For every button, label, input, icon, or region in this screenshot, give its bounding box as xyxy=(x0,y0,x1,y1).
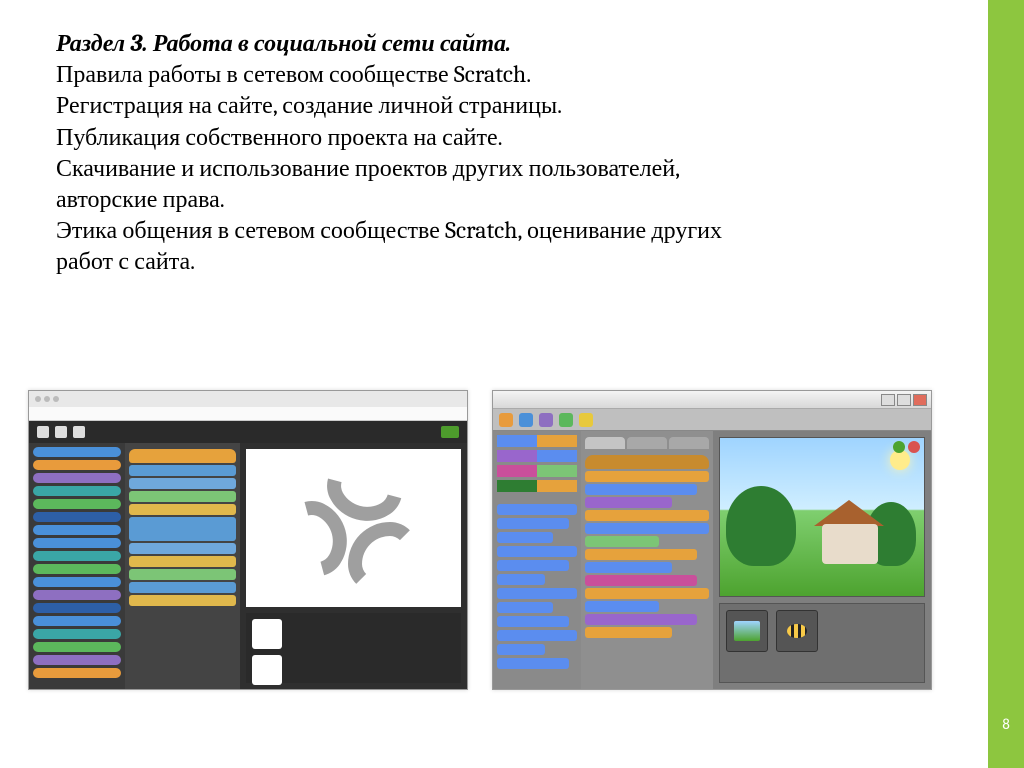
sprite-list xyxy=(719,603,925,683)
green-flag-icon xyxy=(893,441,905,453)
browser-url-bar xyxy=(29,407,467,421)
app-toolbar xyxy=(493,409,931,431)
sounds-tab xyxy=(669,437,709,449)
green-flag-icon xyxy=(441,426,459,438)
script-area xyxy=(581,431,713,689)
file-icon xyxy=(55,426,67,438)
toolbar-icon xyxy=(539,413,553,427)
tree-sprite xyxy=(726,486,796,566)
toolbar-icon xyxy=(559,413,573,427)
stop-icon xyxy=(908,441,920,453)
accent-bar xyxy=(988,0,1024,768)
page-number: 8 xyxy=(993,716,1019,734)
sun-icon xyxy=(890,450,910,470)
window-titlebar xyxy=(493,391,931,409)
screenshot-scratch-desktop xyxy=(492,390,932,690)
script-area xyxy=(125,443,240,689)
paragraph-4: Скачивание и использование проектов друг… xyxy=(56,153,736,215)
paragraph-1: Правила работы в сетевом сообществе Scra… xyxy=(56,59,736,90)
sprite-thumbnail xyxy=(776,610,818,652)
house-sprite xyxy=(822,524,878,564)
toolbar-icon xyxy=(579,413,593,427)
toolbar-icon xyxy=(499,413,513,427)
paragraph-3: Публикация собственного проекта на сайте… xyxy=(56,122,736,153)
stage-thumbnail xyxy=(726,610,768,652)
screenshot-scratch-web xyxy=(28,390,468,690)
window-maximize-icon xyxy=(897,394,911,406)
spiral-drawing xyxy=(294,468,414,588)
scripts-tab xyxy=(585,437,625,449)
block-palette xyxy=(29,443,125,689)
sprite-thumbnail xyxy=(252,619,282,649)
slide-text-block: Раздел 3. Работа в социальной сети сайта… xyxy=(56,28,736,278)
screenshot-row xyxy=(28,390,932,690)
stage-canvas xyxy=(246,449,461,607)
costumes-tab xyxy=(627,437,667,449)
browser-tab-bar xyxy=(29,391,467,407)
paragraph-5: Этика общения в сетевом сообществе Scrat… xyxy=(56,215,736,277)
edit-icon xyxy=(73,426,85,438)
window-close-icon xyxy=(913,394,927,406)
backdrop-thumbnail xyxy=(252,655,282,685)
logo-icon xyxy=(37,426,49,438)
toolbar-icon xyxy=(519,413,533,427)
category-palette xyxy=(493,431,581,689)
paragraph-2: Регистрация на сайте, создание личной ст… xyxy=(56,90,736,121)
editor-top-toolbar xyxy=(29,421,467,443)
sprite-panel xyxy=(246,613,461,683)
window-minimize-icon xyxy=(881,394,895,406)
stage-canvas xyxy=(719,437,925,597)
section-heading: Раздел 3. Работа в социальной сети сайта… xyxy=(56,28,736,59)
